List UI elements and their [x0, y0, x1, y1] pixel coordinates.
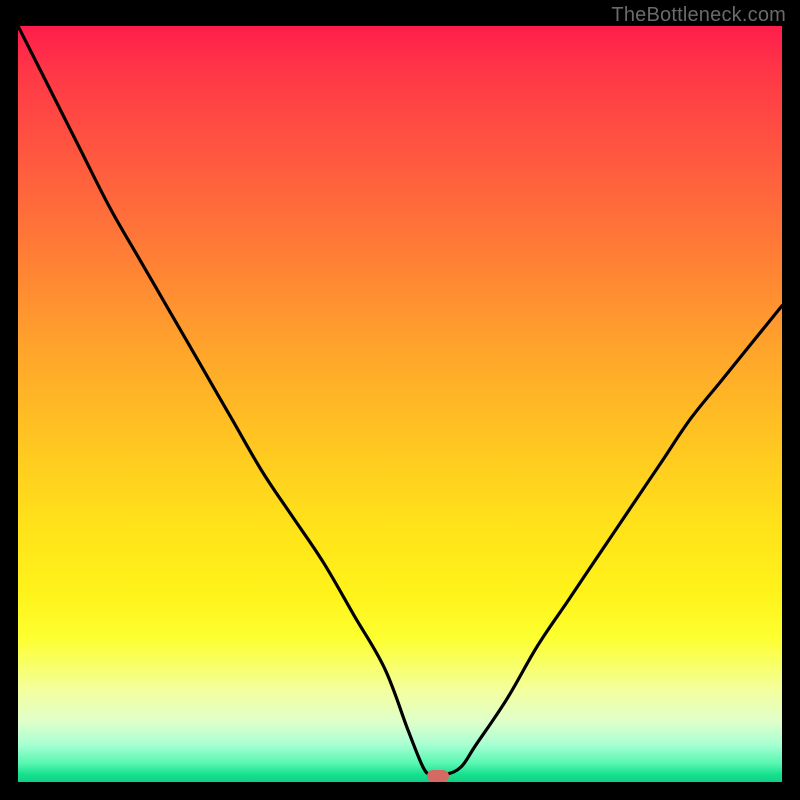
chart-stage: TheBottleneck.com: [0, 0, 800, 800]
optimum-marker: [427, 770, 449, 782]
watermark-text: TheBottleneck.com: [611, 4, 786, 27]
bottleneck-curve: [18, 26, 782, 782]
plot-area: [18, 26, 782, 782]
